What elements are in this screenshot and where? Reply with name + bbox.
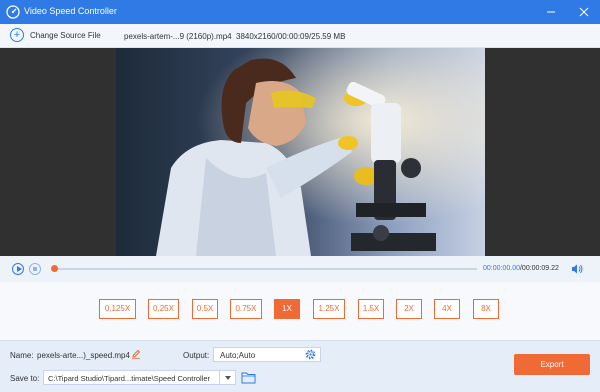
timeline-slider[interactable] bbox=[52, 268, 477, 270]
output-value: Auto;Auto bbox=[220, 351, 256, 360]
export-button[interactable]: Export bbox=[514, 354, 590, 375]
time-display: 00:00:00.00/00:00:09.22 bbox=[483, 265, 559, 272]
change-source-label: Change Source File bbox=[30, 30, 101, 40]
close-button[interactable] bbox=[576, 4, 592, 20]
current-time: 00:00:00.00 bbox=[483, 265, 520, 272]
speed-button-0.75x[interactable]: 0.75X bbox=[230, 299, 262, 319]
window-title: Video Speed Controller bbox=[24, 6, 117, 16]
speed-button-0.125x[interactable]: 0.125X bbox=[99, 299, 136, 319]
chevron-down-icon[interactable] bbox=[219, 371, 235, 384]
source-file-info: 3840x2160/00:00:09/25.59 MB bbox=[236, 32, 346, 41]
speed-button-1x[interactable]: 1X bbox=[274, 299, 300, 319]
output-file-name: pexels-arte...)_speed.mp4 bbox=[37, 351, 130, 360]
save-to-label: Save to: bbox=[10, 374, 40, 383]
speed-button-1.25x[interactable]: 1.25X bbox=[313, 299, 345, 319]
close-icon bbox=[579, 7, 589, 17]
output-label: Output: bbox=[183, 351, 210, 360]
output-settings-bar: Name: pexels-arte...)_speed.mp4 Output: … bbox=[0, 340, 600, 392]
minimize-button[interactable] bbox=[543, 4, 559, 20]
timeline-handle[interactable] bbox=[51, 265, 58, 272]
volume-icon[interactable] bbox=[571, 263, 583, 275]
stop-button[interactable] bbox=[29, 263, 41, 275]
total-time: /00:00:09.22 bbox=[519, 265, 559, 272]
edit-name-icon[interactable] bbox=[131, 349, 141, 359]
video-preview bbox=[0, 48, 600, 256]
speed-button-0.5x[interactable]: 0.5X bbox=[192, 299, 218, 319]
video-frame-scientist-microscope bbox=[116, 48, 485, 256]
change-source-file-button[interactable]: + Change Source File bbox=[10, 28, 101, 42]
folder-icon[interactable] bbox=[241, 371, 256, 384]
save-path-dropdown[interactable]: C:\Tipard Studio\Tipard...timate\Speed C… bbox=[43, 370, 236, 385]
name-label: Name: bbox=[10, 351, 34, 360]
save-path-value: C:\Tipard Studio\Tipard...timate\Speed C… bbox=[48, 374, 211, 383]
speed-button-2x[interactable]: 2X bbox=[396, 299, 422, 319]
player-controls: 00:00:00.00/00:00:09.22 bbox=[0, 256, 600, 282]
plus-icon: + bbox=[10, 28, 24, 42]
play-button[interactable] bbox=[12, 263, 24, 275]
speed-button-1.5x[interactable]: 1.5X bbox=[358, 299, 384, 319]
speed-button-0.25x[interactable]: 0.25X bbox=[148, 299, 179, 319]
title-bar: Video Speed Controller bbox=[0, 0, 600, 24]
speed-button-8x[interactable]: 8X bbox=[473, 299, 499, 319]
gear-icon[interactable] bbox=[305, 349, 316, 360]
speed-controller-logo-icon bbox=[6, 5, 20, 19]
speed-button-4x[interactable]: 4X bbox=[434, 299, 460, 319]
minimize-icon bbox=[547, 11, 555, 13]
speed-selector: 0.125X 0.25X 0.5X 0.75X 1X 1.25X 1.5X 2X… bbox=[0, 282, 600, 340]
output-settings-field[interactable]: Auto;Auto bbox=[213, 347, 321, 362]
source-file-bar: + Change Source File pexels-artem-...9 (… bbox=[0, 24, 600, 48]
source-file-name: pexels-artem-...9 (2160p).mp4 bbox=[124, 32, 232, 41]
